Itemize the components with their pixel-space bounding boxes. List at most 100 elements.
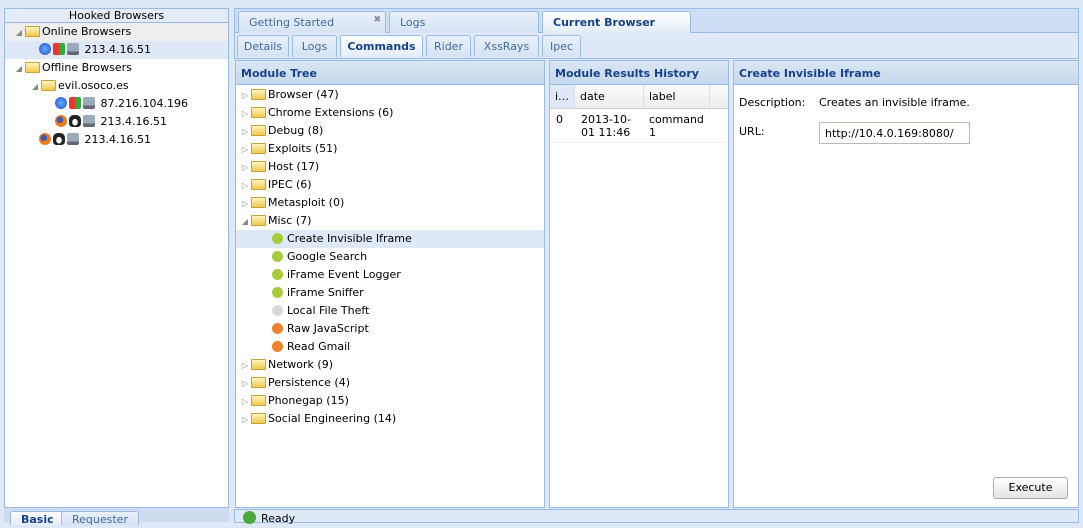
results-title: Module Results History	[550, 61, 728, 85]
module-item[interactable]: iFrame Sniffer	[236, 284, 544, 302]
status-dot-icon	[272, 269, 283, 280]
module-item[interactable]: iFrame Event Logger	[236, 266, 544, 284]
folder-icon	[25, 62, 40, 73]
module-category[interactable]: ▷ Chrome Extensions (6)	[236, 104, 544, 122]
hooked-browser-item[interactable]: 213.4.16.51	[5, 41, 228, 59]
expand-icon[interactable]: ▷	[239, 357, 251, 375]
firefox-icon	[55, 115, 67, 127]
module-tree-panel: Module Tree ▷ Browser (47) ▷ Chrome Extensi…	[235, 60, 545, 508]
expand-icon[interactable]: ▷	[239, 123, 251, 141]
results-panel: Module Results History i… date label 0 2…	[549, 60, 729, 508]
expand-icon[interactable]: ▷	[239, 159, 251, 177]
online-browsers-folder[interactable]: ◢ Online Browsers	[5, 23, 228, 41]
computer-icon	[83, 115, 95, 127]
status-dot-icon	[272, 341, 283, 352]
offline-browsers-folder[interactable]: ◢ Offline Browsers	[5, 59, 228, 77]
left-bottom-tabs: Basic Requester	[4, 508, 229, 526]
url-label: URL:	[739, 125, 765, 138]
module-category[interactable]: ▷ Exploits (51)	[236, 140, 544, 158]
col-label[interactable]: label	[644, 85, 710, 108]
hooked-browser-item[interactable]: 87.216.104.196	[5, 95, 228, 113]
expand-icon[interactable]: ▷	[239, 177, 251, 195]
collapse-icon[interactable]: ◢	[13, 60, 25, 78]
tab-basic[interactable]: Basic	[10, 511, 65, 526]
expand-icon[interactable]: ▷	[239, 87, 251, 105]
close-icon[interactable]: ✖	[373, 15, 381, 25]
url-input[interactable]	[819, 122, 970, 144]
windows-icon	[53, 43, 65, 55]
description-text: Creates an invisible iframe.	[819, 96, 970, 109]
tab-current-browser[interactable]: Current Browser	[542, 11, 691, 33]
col-date[interactable]: date	[575, 85, 644, 108]
execute-button[interactable]: Execute	[993, 477, 1068, 499]
folder-icon	[251, 89, 266, 100]
module-item[interactable]: Create Invisible Iframe	[236, 230, 544, 248]
expand-icon[interactable]: ▷	[239, 375, 251, 393]
collapse-icon[interactable]: ◢	[239, 213, 251, 231]
module-category[interactable]: ▷ Debug (8)	[236, 122, 544, 140]
folder-icon	[251, 215, 266, 226]
module-category[interactable]: ▷ Browser (47)	[236, 86, 544, 104]
subtab-details[interactable]: Details	[237, 35, 289, 57]
expand-icon[interactable]: ▷	[239, 411, 251, 429]
main-tabbar: Getting Started ✖ Logs Current Browser	[234, 8, 1079, 33]
tab-getting-started[interactable]: Getting Started ✖	[238, 11, 386, 33]
collapse-icon[interactable]: ◢	[13, 24, 25, 42]
tab-requester[interactable]: Requester	[61, 511, 139, 526]
hooked-browsers-title: Hooked Browsers	[5, 9, 228, 23]
expand-icon[interactable]: ▷	[239, 393, 251, 411]
folder-icon	[251, 377, 266, 388]
status-dot-icon	[272, 233, 283, 244]
subtab-ipec[interactable]: Ipec	[542, 35, 581, 57]
subtab-rider[interactable]: Rider	[426, 35, 471, 57]
computer-icon	[67, 133, 79, 145]
domain-folder[interactable]: ◢ evil.osoco.es	[5, 77, 228, 95]
module-category[interactable]: ▷ Phonegap (15)	[236, 392, 544, 410]
folder-icon	[251, 143, 266, 154]
expand-icon[interactable]: ▷	[239, 105, 251, 123]
folder-icon	[251, 125, 266, 136]
description-label: Description:	[739, 96, 806, 109]
detail-title: Create Invisible Iframe	[734, 61, 1078, 85]
module-category[interactable]: ▷ Persistence (4)	[236, 374, 544, 392]
ie-icon	[55, 97, 67, 109]
results-header: i… date label	[550, 85, 728, 109]
module-item[interactable]: Raw JavaScript	[236, 320, 544, 338]
linux-icon	[53, 133, 65, 145]
expand-icon[interactable]: ▷	[239, 195, 251, 213]
ready-icon	[243, 511, 256, 524]
status-text: Ready	[261, 512, 296, 525]
folder-icon	[41, 80, 56, 91]
status-dot-icon	[272, 287, 283, 298]
folder-icon	[251, 107, 266, 118]
module-item[interactable]: Google Search	[236, 248, 544, 266]
folder-icon	[251, 179, 266, 190]
module-category[interactable]: ▷ Host (17)	[236, 158, 544, 176]
module-item[interactable]: Read Gmail	[236, 338, 544, 356]
subtab-logs[interactable]: Logs	[292, 35, 337, 57]
module-item[interactable]: Local File Theft	[236, 302, 544, 320]
folder-icon	[251, 359, 266, 370]
module-category[interactable]: ▷ Social Engineering (14)	[236, 410, 544, 428]
folder-icon	[251, 395, 266, 406]
hooked-browser-item[interactable]: 213.4.16.51	[5, 131, 228, 149]
computer-icon	[83, 97, 95, 109]
expand-icon[interactable]: ▷	[239, 141, 251, 159]
module-category[interactable]: ▷ Metasploit (0)	[236, 194, 544, 212]
hooked-browser-item[interactable]: 213.4.16.51	[5, 113, 228, 131]
module-category[interactable]: ▷ IPEC (6)	[236, 176, 544, 194]
module-category[interactable]: ▷ Network (9)	[236, 356, 544, 374]
computer-icon	[67, 43, 79, 55]
tab-logs[interactable]: Logs	[389, 11, 539, 33]
subtab-commands[interactable]: Commands	[340, 35, 423, 57]
subtab-xssrays[interactable]: XssRays	[474, 35, 539, 57]
module-category[interactable]: ◢ Misc (7)	[236, 212, 544, 230]
status-dot-icon	[272, 251, 283, 262]
col-id[interactable]: i…	[550, 85, 575, 108]
linux-icon	[69, 115, 81, 127]
folder-icon	[25, 26, 40, 37]
table-row[interactable]: 0 2013-10-01 11:46 command 1	[550, 109, 728, 143]
folder-icon	[251, 197, 266, 208]
windows-icon	[69, 97, 81, 109]
collapse-icon[interactable]: ◢	[29, 78, 41, 96]
